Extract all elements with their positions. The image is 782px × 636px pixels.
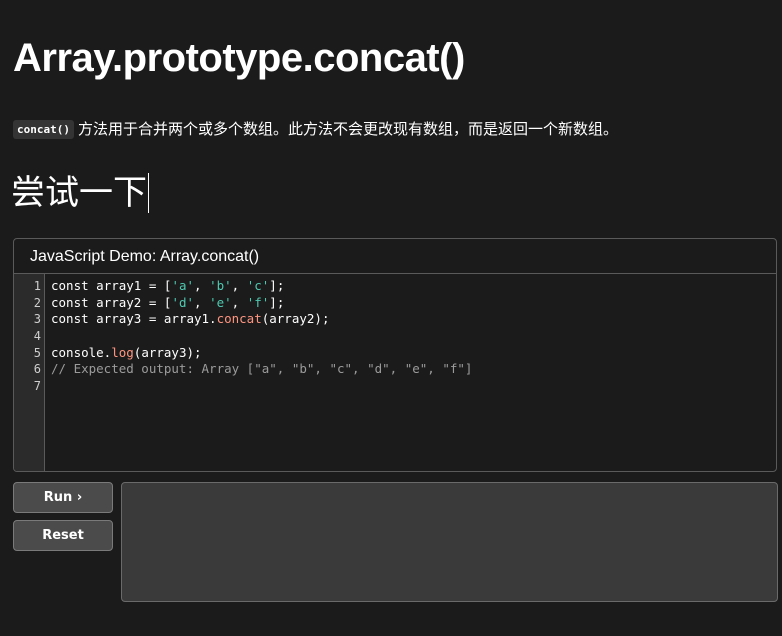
- code-text: (array3);: [133, 344, 202, 360]
- code-string: 'f': [246, 294, 270, 310]
- code-editor[interactable]: 1 2 3 4 5 6 7 const array1 = ['a', 'b', …: [14, 274, 776, 471]
- code-string: 'c': [246, 278, 270, 293]
- code-text: ,: [194, 294, 210, 310]
- code-text: array2 = [: [88, 294, 172, 310]
- code-line[interactable]: [51, 378, 776, 395]
- line-number: 6: [33, 362, 41, 377]
- section-heading: 尝试一下: [11, 168, 149, 218]
- code-string: 'd': [171, 294, 195, 310]
- page-title: Array.prototype.concat(): [13, 36, 465, 80]
- run-button[interactable]: Run ›: [13, 482, 113, 513]
- line-number: 5: [33, 345, 41, 360]
- line-number-gutter: 1 2 3 4 5 6 7: [14, 274, 45, 471]
- page-description: concat() 方法用于合并两个或多个数组。此方法不会更改现有数组，而是返回一个…: [13, 118, 618, 141]
- code-text: array3 = array1.: [88, 311, 217, 327]
- code-string: 'a': [171, 278, 195, 293]
- code-line[interactable]: // Expected output: Array ["a", "b", "c"…: [51, 361, 776, 378]
- code-content[interactable]: const array1 = ['a', 'b', 'c']; const ar…: [45, 274, 776, 471]
- code-function: concat: [216, 311, 262, 327]
- console-output: [121, 482, 778, 602]
- code-text: ];: [269, 294, 285, 310]
- line-number: 7: [33, 379, 41, 394]
- demo-header: JavaScript Demo: Array.concat(): [14, 239, 776, 274]
- code-line[interactable]: const array3 = array1.concat(array2);: [51, 311, 776, 328]
- code-line[interactable]: const array2 = ['d', 'e', 'f'];: [51, 295, 776, 312]
- code-line[interactable]: console.log(array3);: [51, 345, 776, 362]
- interactive-demo: JavaScript Demo: Array.concat() 1 2 3 4 …: [13, 238, 777, 472]
- section-heading-text: 尝试一下: [11, 173, 147, 213]
- code-text: array1 = [: [88, 278, 172, 293]
- reset-button[interactable]: Reset: [13, 520, 113, 551]
- line-number: 1: [33, 279, 41, 293]
- code-keyword: const: [51, 311, 89, 327]
- inline-code: concat(): [13, 120, 74, 139]
- code-function: log: [111, 344, 134, 360]
- code-line[interactable]: const array1 = ['a', 'b', 'c'];: [51, 278, 776, 295]
- code-comment: // Expected output: Array ["a", "b", "c"…: [51, 361, 473, 377]
- code-string: 'b': [209, 278, 232, 293]
- code-text: ,: [231, 294, 247, 310]
- text-caret: [148, 173, 149, 213]
- code-text: ,: [194, 278, 210, 293]
- code-string: 'e': [209, 294, 232, 310]
- line-number: 2: [33, 295, 41, 310]
- line-number: 3: [33, 312, 41, 327]
- code-text: (array2);: [261, 311, 330, 327]
- code-text: ,: [231, 278, 247, 293]
- code-line[interactable]: [51, 328, 776, 345]
- code-keyword: const: [51, 278, 89, 293]
- code-text: ];: [269, 278, 285, 293]
- code-text: console.: [51, 344, 112, 360]
- description-text: 方法用于合并两个或多个数组。此方法不会更改现有数组，而是返回一个新数组。: [77, 120, 618, 138]
- code-keyword: const: [51, 294, 89, 310]
- line-number: 4: [33, 329, 41, 344]
